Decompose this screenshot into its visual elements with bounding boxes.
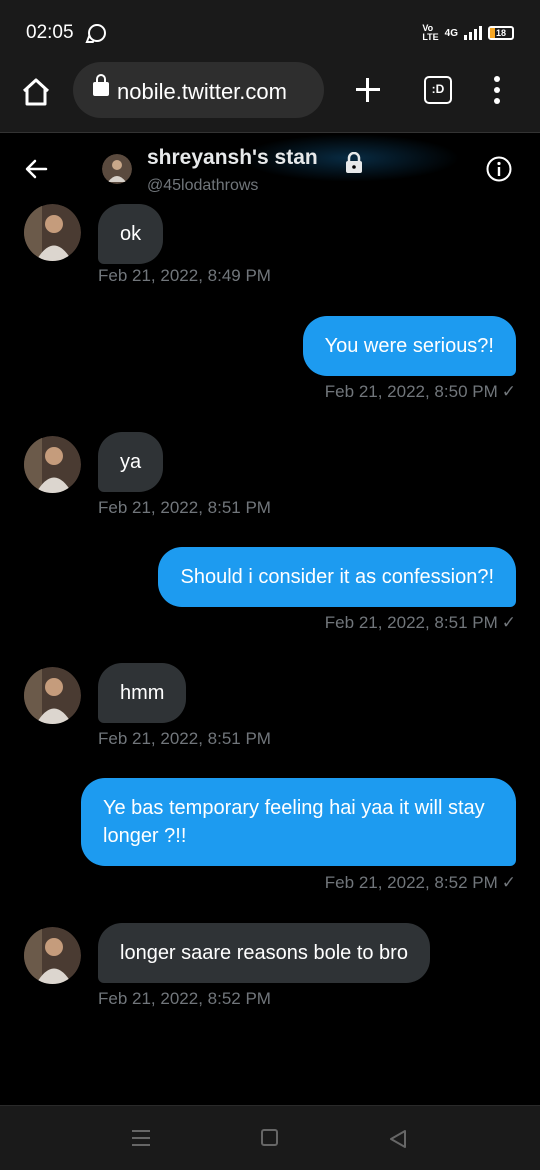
message-timestamp: Feb 21, 2022, 8:51 PM xyxy=(98,729,271,748)
address-bar[interactable]: nobile.twitter.com xyxy=(73,62,324,118)
message-timestamp: Feb 21, 2022, 8:52 PM xyxy=(98,989,271,1008)
system-navigation-bar xyxy=(0,1105,540,1170)
status-time: 02:05 xyxy=(26,22,74,43)
message-timestamp: Feb 21, 2022, 8:51 PM ✓ xyxy=(324,613,516,632)
tab-switcher-button[interactable]: :D xyxy=(424,76,452,104)
home-button-icon[interactable] xyxy=(261,1129,278,1146)
status-icons: Vo LTE 4G 18 xyxy=(422,24,514,42)
whatsapp-notification-icon xyxy=(88,24,106,42)
conversation-header: shreyansh's stan @45lodathrows xyxy=(0,134,540,204)
message-timestamp: Feb 21, 2022, 8:52 PM ✓ xyxy=(324,873,516,892)
network-type: 4G xyxy=(444,27,458,39)
message-bubble-incoming[interactable]: longer saare reasons bole to bro xyxy=(98,923,430,983)
new-tab-icon[interactable] xyxy=(354,76,382,104)
message-bubble-incoming[interactable]: ok xyxy=(98,204,164,264)
message-bubble-outgoing[interactable]: You were serious?! xyxy=(302,316,516,376)
more-options-icon[interactable] xyxy=(493,76,501,104)
info-icon[interactable] xyxy=(486,156,512,182)
sender-avatar[interactable] xyxy=(24,927,81,984)
signal-icon xyxy=(464,26,482,40)
url-text[interactable]: nobile.twitter.com xyxy=(117,79,287,105)
read-check-icon: ✓ xyxy=(501,382,516,401)
read-check-icon: ✓ xyxy=(501,873,516,892)
message-timestamp: Feb 21, 2022, 8:50 PM ✓ xyxy=(324,382,516,401)
message-bubble-incoming[interactable]: ya xyxy=(98,432,164,492)
message-bubble-outgoing[interactable]: Should i consider it as confession?! xyxy=(158,547,516,607)
conversation-avatar[interactable] xyxy=(102,154,132,184)
message-list: ok Feb 21, 2022, 8:49 PM You were seriou… xyxy=(0,204,540,1104)
browser-toolbar: nobile.twitter.com :D xyxy=(0,60,540,133)
back-arrow-icon[interactable] xyxy=(24,156,50,182)
conversation-name[interactable]: shreyansh's stan xyxy=(147,146,318,170)
sender-avatar[interactable] xyxy=(24,436,81,493)
message-bubble-outgoing[interactable]: Ye bas temporary feeling hai yaa it will… xyxy=(81,778,516,866)
protected-account-lock-icon xyxy=(346,152,362,173)
volte-indicator: Vo LTE xyxy=(422,23,439,42)
recent-apps-icon[interactable] xyxy=(132,1130,150,1146)
conversation-handle: @45lodathrows xyxy=(147,177,259,194)
battery-icon: 18 xyxy=(488,26,514,40)
back-triangle-icon[interactable] xyxy=(387,1128,409,1150)
sender-avatar[interactable] xyxy=(24,667,81,724)
battery-level: 18 xyxy=(495,28,506,38)
message-timestamp: Feb 21, 2022, 8:49 PM xyxy=(98,266,271,285)
secure-lock-icon[interactable] xyxy=(93,74,109,96)
status-bar: 02:05 Vo LTE 4G 18 xyxy=(0,0,540,60)
message-timestamp: Feb 21, 2022, 8:51 PM xyxy=(98,498,271,517)
message-bubble-incoming[interactable]: hmm xyxy=(98,663,187,723)
home-icon[interactable] xyxy=(20,76,52,108)
read-check-icon: ✓ xyxy=(501,613,516,632)
sender-avatar[interactable] xyxy=(24,204,81,261)
